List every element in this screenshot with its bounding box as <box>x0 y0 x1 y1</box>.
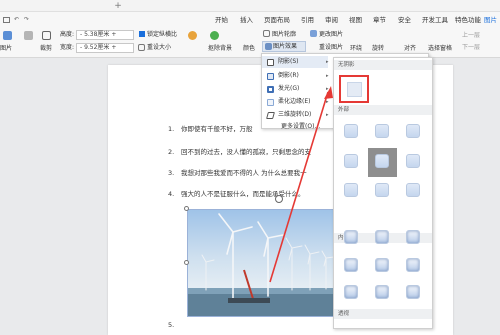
annotation-arrow <box>269 86 333 283</box>
